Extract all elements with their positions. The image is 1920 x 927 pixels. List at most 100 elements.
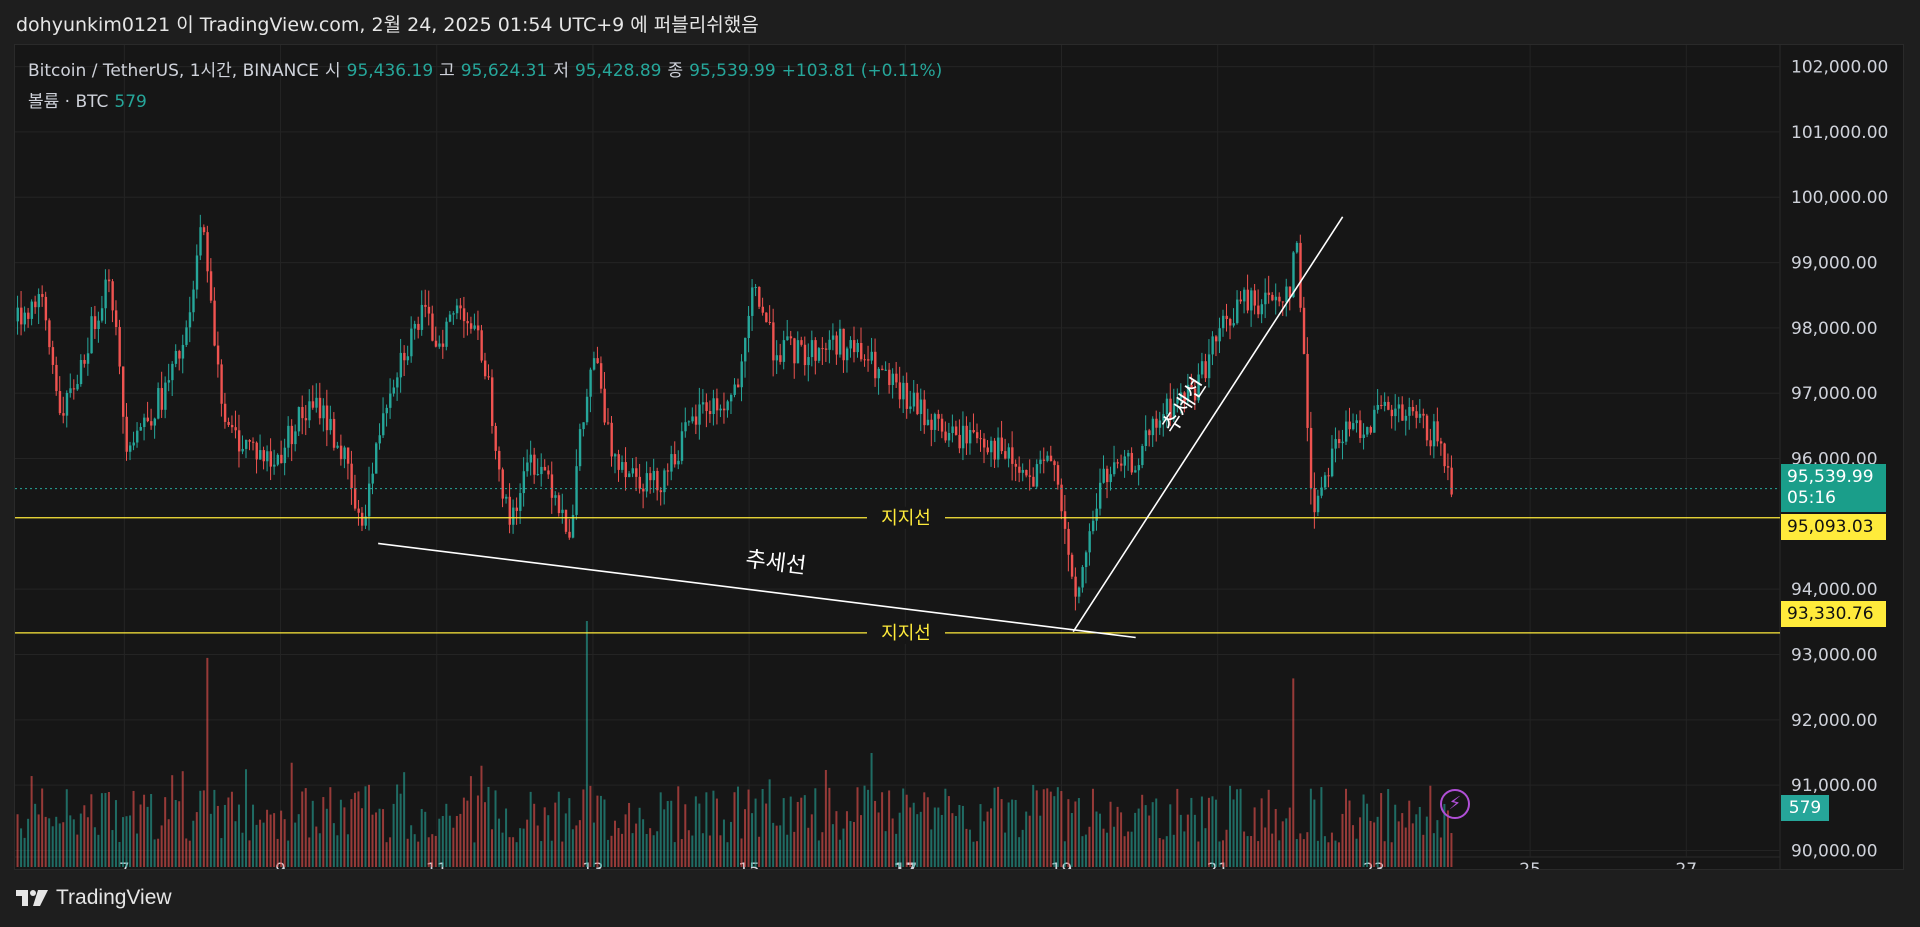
open-label: 시 [324,61,341,81]
volume-bar [1232,799,1235,867]
volume-bar [90,794,93,867]
candle-body [1390,409,1394,417]
candle-body [1070,554,1074,577]
price-chart[interactable]: 102,000.00 101,000.00 100,000.00 99,000.00 9… [15,45,1904,870]
volume-bar [1000,799,1003,867]
candle-body [125,416,128,452]
candle-body [891,373,895,386]
volume-bar [919,811,922,867]
candle-body [259,450,262,460]
volume-bar [1278,840,1281,867]
high-label: 고 [439,61,455,81]
volume-bar [578,820,581,867]
volume-label[interactable]: 볼륨 · BTC [28,87,108,112]
volume-bar [20,828,23,867]
volume-bar [947,796,950,867]
candle-body [1429,440,1432,447]
candle-body [83,359,86,364]
candle-body [789,336,793,339]
volume-bar [722,819,725,867]
candle-body [916,392,919,415]
volume-bar [1292,678,1295,867]
candle-body [1404,415,1408,421]
candle-body [146,417,149,422]
candle-body [378,435,381,444]
tradingview-brand[interactable]: TradingView [16,886,172,910]
candle-body [621,462,624,470]
candle-body [519,493,522,511]
volume-bar [445,803,448,867]
candle-body [1021,469,1025,473]
volume-bar [1218,841,1221,867]
volume-bar [1151,802,1154,867]
candle-body [90,316,93,354]
volume-bar [346,834,349,867]
volume-bar [1302,839,1305,867]
candle-body [360,512,364,526]
volume-bar [993,787,996,867]
volume-bar [213,789,216,867]
volume-bar [617,828,620,867]
volume-bar [867,789,870,867]
candle-body [719,408,722,411]
volume-bar [1148,815,1151,867]
candle-body [192,289,195,313]
candle-body [898,382,902,400]
candle-body [139,427,142,431]
candle-body [195,255,199,290]
volume-bar [533,803,536,867]
volume-bar [1211,796,1214,867]
volume-bar [961,805,964,867]
last-price-badge: 95,539.99 05:16 [1781,464,1886,512]
candle-body [782,340,786,362]
volume-bar [1327,842,1330,867]
volume-bar [621,833,624,867]
candle-body [336,445,339,448]
candle-body [638,476,642,489]
volume-bar [1380,793,1383,867]
candle-body [16,307,19,322]
candle-body [838,328,842,355]
volume-bar [322,797,325,867]
chart-panel[interactable]: 102,000.00 101,000.00 100,000.00 99,000.00 9… [14,44,1904,870]
candle-body [1439,441,1443,444]
volume-bar [1176,788,1179,867]
candle-body [209,271,213,301]
volume-bar [1130,831,1133,867]
volume-bar [1081,836,1084,867]
volume-bar [494,790,497,867]
candle-body [1306,353,1309,428]
symbol-label[interactable]: Bitcoin / TetherUS, 1시간, BINANCE [28,56,319,81]
candle-body [821,348,824,350]
candle-body [213,300,216,346]
volume-bar [1070,812,1073,867]
support-label: 지지선 [881,508,931,529]
volume-bar [1137,808,1140,867]
candle-body [1330,448,1334,477]
volume-bar [951,813,954,867]
candle-body [1049,455,1053,462]
volume-bar [1127,831,1130,867]
volume-bar [304,788,307,867]
lightning-icon[interactable]: ⚡ [1440,789,1470,819]
volume-bar [849,821,852,867]
volume-bar [694,796,697,867]
volume-bar [72,819,75,867]
candle-body [1352,423,1355,430]
volume-bar [990,808,993,867]
candle-body [1299,242,1302,308]
candle-body [1415,411,1418,418]
volume-bar [916,814,919,867]
volume-bar [491,829,494,867]
y-tick-label: 101,000.00 [1791,123,1888,143]
candle-body [434,340,438,347]
candle-body [462,308,466,322]
volume-bar [1004,832,1007,867]
candle-body [772,322,775,361]
candle-body [171,363,174,381]
volume-bar [789,796,792,867]
volume-bar [1084,834,1087,867]
candle-body [874,351,877,379]
volume-bar [997,786,1000,867]
candle-body [1004,451,1007,459]
